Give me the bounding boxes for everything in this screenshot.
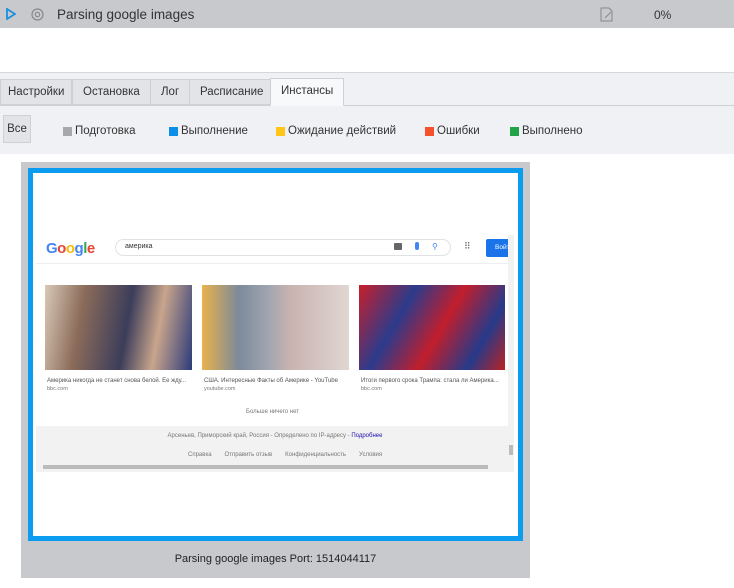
search-query: америка bbox=[125, 243, 153, 250]
result-title[interactable]: Америка никогда не станет снова белой. Е… bbox=[47, 378, 186, 384]
location-text: Арсеньев, Приморский край, Россия - Опре… bbox=[167, 433, 352, 439]
filter-all[interactable]: Все bbox=[3, 115, 31, 143]
result-source: youtube.com bbox=[204, 386, 236, 392]
progress-text: 0% bbox=[654, 8, 672, 22]
filter-label: Выполнение bbox=[181, 125, 248, 137]
status-gray-icon bbox=[63, 126, 72, 136]
location-more-link[interactable]: Подробнее bbox=[351, 433, 382, 439]
search-icon[interactable]: ⚲ bbox=[432, 242, 438, 251]
filter-label: Ошибки bbox=[437, 125, 480, 137]
footer-link-terms[interactable]: Условия bbox=[359, 452, 382, 458]
filter-label: Ожидание действий bbox=[288, 125, 397, 137]
status-blue-icon bbox=[169, 126, 178, 136]
footer-link-feedback[interactable]: Отправить отзыв bbox=[225, 452, 273, 458]
instance-preview: Google америка ⚲ ⠿ Войти Америка никогда… bbox=[21, 162, 530, 578]
result-image[interactable] bbox=[202, 285, 349, 370]
filter-done[interactable]: Выполнено bbox=[510, 117, 583, 145]
task-title: Parsing google images bbox=[57, 7, 195, 22]
filter-errors[interactable]: Ошибки bbox=[425, 117, 480, 145]
google-logo: Google bbox=[46, 240, 95, 257]
footer-link-help[interactable]: Справка bbox=[188, 452, 212, 458]
result-image[interactable] bbox=[359, 285, 505, 370]
tab-schedule[interactable]: Расписание bbox=[189, 79, 275, 105]
horizontal-scrollbar[interactable] bbox=[36, 464, 508, 470]
search-input[interactable]: америка ⚲ bbox=[115, 239, 451, 256]
result-image[interactable] bbox=[45, 285, 192, 370]
result-source: bbc.com bbox=[47, 386, 68, 392]
edit-icon[interactable] bbox=[600, 7, 614, 22]
tab-log[interactable]: Лог bbox=[150, 79, 191, 105]
tab-settings[interactable]: Настройки bbox=[0, 79, 73, 105]
instance-caption: Parsing google images Port: 1514044117 bbox=[174, 553, 377, 565]
browser-screenshot[interactable]: Google америка ⚲ ⠿ Войти Америка никогда… bbox=[28, 168, 523, 541]
result-source: bbc.com bbox=[361, 386, 382, 392]
task-header: Parsing google images 0% bbox=[0, 0, 734, 28]
filter-preparing[interactable]: Подготовка bbox=[63, 117, 136, 145]
filter-running[interactable]: Выполнение bbox=[169, 117, 248, 145]
mic-icon[interactable] bbox=[415, 242, 419, 250]
filter-label: Выполнено bbox=[522, 125, 583, 137]
filter-label: Подготовка bbox=[75, 125, 136, 137]
footer-link-privacy[interactable]: Конфиденциальность bbox=[285, 452, 346, 458]
browser-icon bbox=[31, 8, 44, 21]
result-title[interactable]: Итоги первого срока Трампа: стала ли Аме… bbox=[361, 378, 499, 384]
status-red-icon bbox=[425, 126, 434, 136]
vertical-scrollbar[interactable] bbox=[508, 235, 514, 463]
no-more-results: Больше ничего нет bbox=[246, 409, 299, 415]
play-icon[interactable] bbox=[6, 8, 16, 20]
tab-stop[interactable]: Остановка bbox=[72, 79, 151, 105]
status-yellow-icon bbox=[276, 126, 285, 136]
filter-waiting[interactable]: Ожидание действий bbox=[276, 117, 396, 145]
status-green-icon bbox=[510, 126, 519, 136]
camera-icon[interactable] bbox=[394, 243, 402, 250]
result-title[interactable]: США. Интересные Факты об Америке - YouTu… bbox=[204, 378, 338, 384]
tab-instances[interactable]: Инстансы bbox=[270, 78, 345, 106]
tabs-panel: Настройки Остановка Лог Расписание Инста… bbox=[0, 72, 734, 154]
apps-icon[interactable]: ⠿ bbox=[464, 241, 471, 252]
